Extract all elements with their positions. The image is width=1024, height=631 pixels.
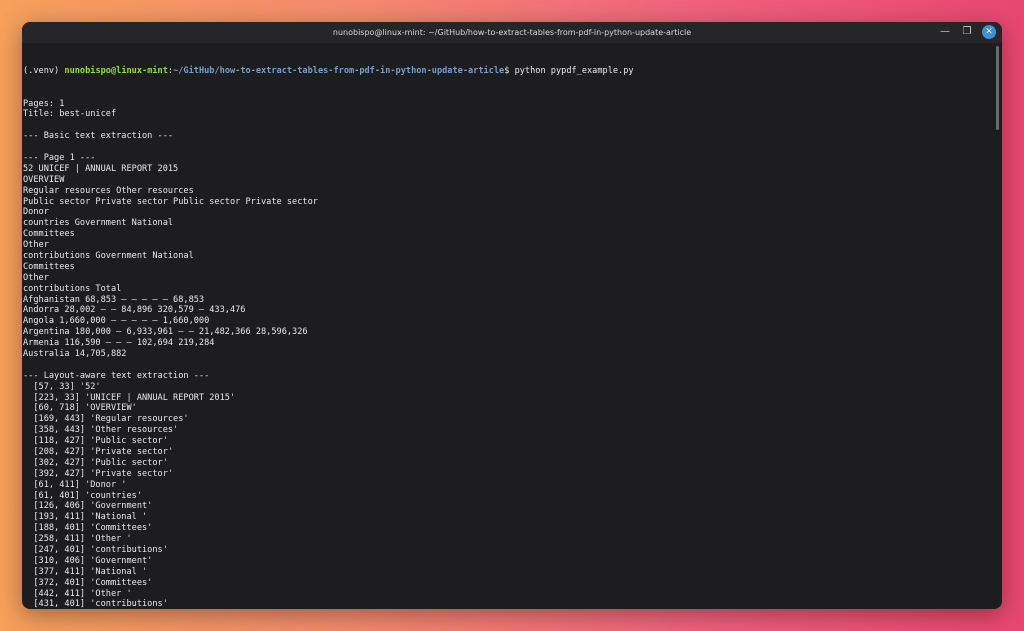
- title-bar[interactable]: nunobispo@linux-mint: ~/GitHub/how-to-ex…: [22, 22, 1002, 43]
- output-line: contributions Government National: [23, 250, 194, 261]
- output-line: [258, 411] 'Other ': [23, 534, 132, 545]
- output-line: [118, 427] 'Public sector': [23, 436, 168, 447]
- output-line: countries Government National: [23, 218, 174, 229]
- scrollbar-thumb[interactable]: [996, 46, 999, 130]
- output-lines: Pages: 1 Title: best-unicef --- Basic text…: [23, 99, 1002, 609]
- output-line: [60, 718] 'OVERVIEW': [23, 403, 137, 414]
- venv-indicator: (.venv): [23, 65, 65, 76]
- command-prompt-line: (.venv) nunobispo@linux-mint:~/GitHub/ho…: [23, 66, 1002, 77]
- close-icon[interactable]: ✕: [982, 25, 996, 39]
- prompt-symbol: $: [504, 65, 515, 76]
- output-line: [188, 401] 'Committees': [23, 523, 153, 534]
- output-line: Title: best-unicef: [23, 109, 117, 120]
- output-line: [358, 443] 'Other resources': [23, 425, 179, 436]
- terminal-window[interactable]: nunobispo@linux-mint: ~/GitHub/how-to-ex…: [22, 22, 1002, 609]
- output-line: Pages: 1: [23, 98, 65, 109]
- output-line: Regular resources Other resources: [23, 185, 194, 196]
- output-line: Armenia 116,590 – – – 102,694 219,284: [23, 338, 215, 349]
- output-line: [442, 411] 'Other ': [23, 588, 132, 599]
- command-text: python pypdf_example.py: [514, 65, 634, 76]
- output-line: Argentina 180,000 – 6,933,961 – – 21,482…: [23, 327, 308, 338]
- output-line: Committees: [23, 229, 75, 240]
- output-line: Public sector Private sector Public sect…: [23, 196, 318, 207]
- minimize-icon[interactable]: —: [938, 25, 952, 39]
- output-line: Other: [23, 272, 49, 283]
- window-controls: — ❐ ✕: [938, 25, 996, 39]
- output-line: [377, 411] 'National ': [23, 566, 148, 577]
- terminal-output[interactable]: (.venv) nunobispo@linux-mint:~/GitHub/ho…: [22, 43, 1002, 609]
- output-line: Afghanistan 68,853 – – – – – 68,853: [23, 294, 205, 305]
- output-line: [372, 401] 'Committees': [23, 577, 153, 588]
- output-line: --- Basic text extraction ---: [23, 131, 174, 142]
- output-line: [61, 401] 'countries': [23, 490, 142, 501]
- output-line: Donor: [23, 207, 49, 218]
- output-line: [223, 33] 'UNICEF | ANNUAL REPORT 2015': [23, 392, 236, 403]
- prompt-user-host: nunobispo@linux-mint: [64, 65, 168, 76]
- output-line: --- Page 1 ---: [23, 152, 96, 163]
- output-line: Other: [23, 240, 49, 251]
- window-title: nunobispo@linux-mint: ~/GitHub/how-to-ex…: [332, 28, 692, 37]
- maximize-icon[interactable]: ❐: [960, 25, 974, 39]
- output-line: [208, 427] 'Private sector': [23, 447, 174, 458]
- output-line: --- Layout-aware text extraction ---: [23, 370, 210, 381]
- output-line: OVERVIEW: [23, 174, 65, 185]
- output-line: Committees: [23, 261, 75, 272]
- output-line: Angola 1,660,000 – – – – – 1,660,000: [23, 316, 210, 327]
- output-line: [169, 443] 'Regular resources': [23, 414, 189, 425]
- output-line: [431, 401] 'contributions': [23, 599, 168, 609]
- output-line: [392, 427] 'Private sector': [23, 468, 174, 479]
- output-line: [126, 406] 'Government': [23, 501, 153, 512]
- output-line: [193, 411] 'National ': [23, 512, 148, 523]
- output-line: [302, 427] 'Public sector': [23, 457, 168, 468]
- output-line: contributions Total: [23, 283, 122, 294]
- output-line: [247, 401] 'contributions': [23, 545, 168, 556]
- output-line: 52 UNICEF | ANNUAL REPORT 2015: [23, 163, 179, 174]
- output-line: Australia 14,705,882: [23, 349, 127, 359]
- prompt-path: ~/GitHub/how-to-extract-tables-from-pdf-…: [173, 65, 505, 76]
- output-line: [310, 406] 'Government': [23, 555, 153, 566]
- output-line: [57, 33] '52': [23, 381, 101, 392]
- output-line: Andorra 28,002 – – 84,896 320,579 – 433,…: [23, 305, 246, 316]
- output-line: [61, 411] 'Donor ': [23, 479, 127, 490]
